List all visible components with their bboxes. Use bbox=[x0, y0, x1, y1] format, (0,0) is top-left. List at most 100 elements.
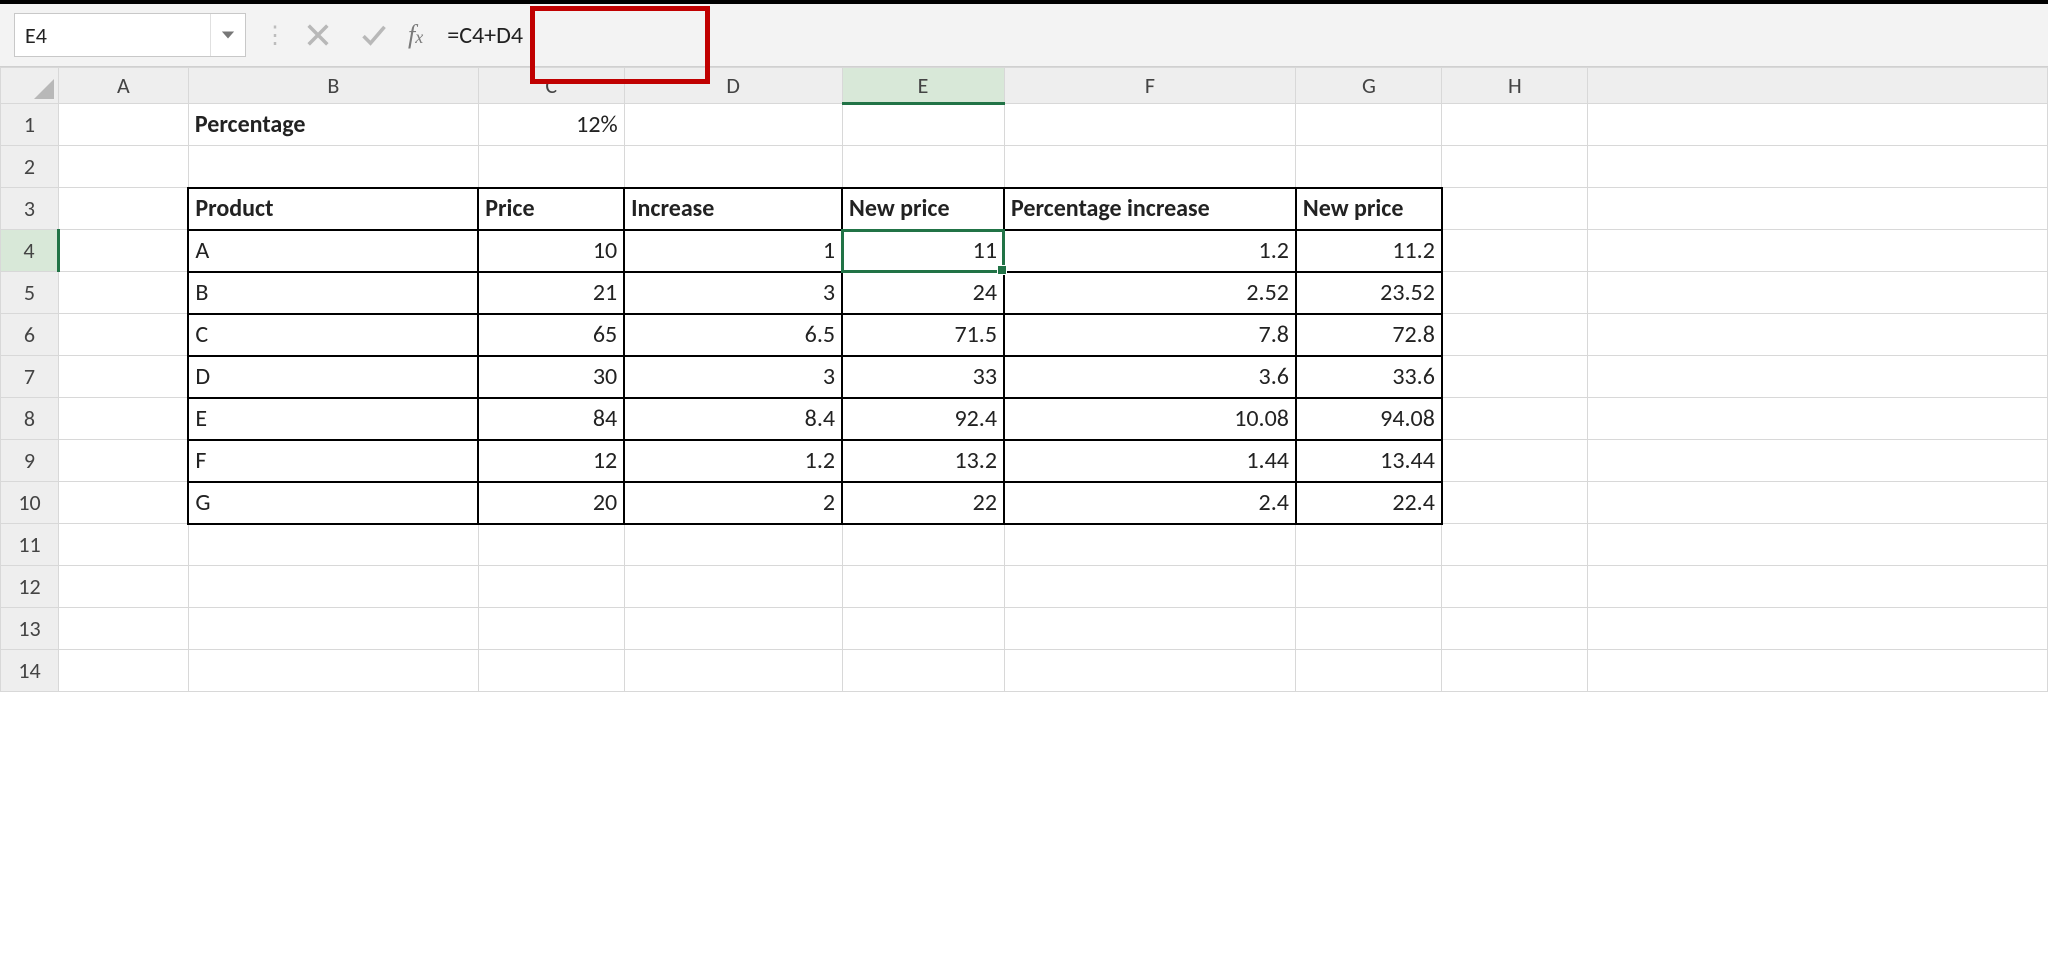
cell-E2[interactable] bbox=[842, 146, 1004, 188]
cell-F12[interactable] bbox=[1004, 566, 1296, 608]
name-box[interactable]: E4 bbox=[14, 13, 246, 57]
cell-C9[interactable]: 12 bbox=[478, 440, 624, 482]
row-header-9[interactable]: 9 bbox=[1, 440, 59, 482]
cell-D14[interactable] bbox=[624, 650, 842, 692]
name-box-value[interactable]: E4 bbox=[15, 14, 210, 56]
cell-D13[interactable] bbox=[624, 608, 842, 650]
col-header-C[interactable]: C bbox=[478, 68, 624, 104]
cell-A8[interactable] bbox=[58, 398, 188, 440]
row-header-5[interactable]: 5 bbox=[1, 272, 59, 314]
cell-B5[interactable]: B bbox=[188, 272, 478, 314]
cell-D12[interactable] bbox=[624, 566, 842, 608]
cell-B14[interactable] bbox=[188, 650, 478, 692]
cell-C4[interactable]: 10 bbox=[478, 230, 624, 272]
row-header-12[interactable]: 12 bbox=[1, 566, 59, 608]
formula-input[interactable]: =C4+D4 bbox=[441, 14, 2048, 56]
cell-F1[interactable] bbox=[1004, 104, 1296, 146]
cell-E6[interactable]: 71.5 bbox=[842, 314, 1004, 356]
cell-B8[interactable]: E bbox=[188, 398, 478, 440]
row-header-14[interactable]: 14 bbox=[1, 650, 59, 692]
row-header-13[interactable]: 13 bbox=[1, 608, 59, 650]
cell-D5[interactable]: 3 bbox=[624, 272, 842, 314]
cell-H1[interactable] bbox=[1442, 104, 1588, 146]
cell-C7[interactable]: 30 bbox=[478, 356, 624, 398]
row-header-1[interactable]: 1 bbox=[1, 104, 59, 146]
cell-H10[interactable] bbox=[1442, 482, 1588, 524]
cell-pad4[interactable] bbox=[1588, 230, 2048, 272]
worksheet[interactable]: A B C D E F G H 1 Percentage 12% 2 bbox=[0, 67, 2048, 692]
cell-G5[interactable]: 23.52 bbox=[1296, 272, 1442, 314]
cell-A3[interactable] bbox=[58, 188, 188, 230]
cell-E4[interactable]: 11 bbox=[842, 230, 1004, 272]
row-header-10[interactable]: 10 bbox=[1, 482, 59, 524]
fx-icon[interactable]: fx bbox=[402, 20, 441, 50]
cell-C5[interactable]: 21 bbox=[478, 272, 624, 314]
row-header-2[interactable]: 2 bbox=[1, 146, 59, 188]
cell-A6[interactable] bbox=[58, 314, 188, 356]
cell-A7[interactable] bbox=[58, 356, 188, 398]
enter-button[interactable] bbox=[346, 15, 402, 55]
cell-B7[interactable]: D bbox=[188, 356, 478, 398]
row-header-4[interactable]: 4 bbox=[1, 230, 59, 272]
cell-H9[interactable] bbox=[1442, 440, 1588, 482]
cell-D1[interactable] bbox=[624, 104, 842, 146]
cell-H7[interactable] bbox=[1442, 356, 1588, 398]
cell-G4[interactable]: 11.2 bbox=[1296, 230, 1442, 272]
cell-C11[interactable] bbox=[478, 524, 624, 566]
cell-F11[interactable] bbox=[1004, 524, 1296, 566]
cell-pad14[interactable] bbox=[1588, 650, 2048, 692]
cell-G13[interactable] bbox=[1296, 608, 1442, 650]
cell-A2[interactable] bbox=[58, 146, 188, 188]
cell-F14[interactable] bbox=[1004, 650, 1296, 692]
cell-E12[interactable] bbox=[842, 566, 1004, 608]
cell-E11[interactable] bbox=[842, 524, 1004, 566]
cell-H11[interactable] bbox=[1442, 524, 1588, 566]
cell-A12[interactable] bbox=[58, 566, 188, 608]
cell-F8[interactable]: 10.08 bbox=[1004, 398, 1296, 440]
cell-pad8[interactable] bbox=[1588, 398, 2048, 440]
cell-G11[interactable] bbox=[1296, 524, 1442, 566]
cell-D10[interactable]: 2 bbox=[624, 482, 842, 524]
cell-D8[interactable]: 8.4 bbox=[624, 398, 842, 440]
col-header-D[interactable]: D bbox=[624, 68, 842, 104]
col-header-F[interactable]: F bbox=[1004, 68, 1296, 104]
row-header-7[interactable]: 7 bbox=[1, 356, 59, 398]
cell-G2[interactable] bbox=[1296, 146, 1442, 188]
cell-B12[interactable] bbox=[188, 566, 478, 608]
cell-F5[interactable]: 2.52 bbox=[1004, 272, 1296, 314]
cancel-button[interactable] bbox=[290, 15, 346, 55]
name-box-dropdown[interactable] bbox=[210, 14, 245, 56]
cell-D11[interactable] bbox=[624, 524, 842, 566]
row-header-6[interactable]: 6 bbox=[1, 314, 59, 356]
cell-pad3[interactable] bbox=[1588, 188, 2048, 230]
cell-G8[interactable]: 94.08 bbox=[1296, 398, 1442, 440]
cell-C6[interactable]: 65 bbox=[478, 314, 624, 356]
cell-H13[interactable] bbox=[1442, 608, 1588, 650]
cell-A13[interactable] bbox=[58, 608, 188, 650]
cell-C3[interactable]: Price bbox=[478, 188, 624, 230]
cell-G12[interactable] bbox=[1296, 566, 1442, 608]
cell-E5[interactable]: 24 bbox=[842, 272, 1004, 314]
grid[interactable]: A B C D E F G H 1 Percentage 12% 2 bbox=[0, 67, 2048, 692]
cell-H8[interactable] bbox=[1442, 398, 1588, 440]
cell-F10[interactable]: 2.4 bbox=[1004, 482, 1296, 524]
cell-H5[interactable] bbox=[1442, 272, 1588, 314]
cell-B4[interactable]: A bbox=[188, 230, 478, 272]
row-header-3[interactable]: 3 bbox=[1, 188, 59, 230]
col-header-A[interactable]: A bbox=[58, 68, 188, 104]
cell-pad7[interactable] bbox=[1588, 356, 2048, 398]
cell-G6[interactable]: 72.8 bbox=[1296, 314, 1442, 356]
cell-H4[interactable] bbox=[1442, 230, 1588, 272]
cell-C8[interactable]: 84 bbox=[478, 398, 624, 440]
cell-A1[interactable] bbox=[58, 104, 188, 146]
row-header-8[interactable]: 8 bbox=[1, 398, 59, 440]
cell-B6[interactable]: C bbox=[188, 314, 478, 356]
cell-pad9[interactable] bbox=[1588, 440, 2048, 482]
cell-B11[interactable] bbox=[188, 524, 478, 566]
cell-D2[interactable] bbox=[624, 146, 842, 188]
select-all-corner[interactable] bbox=[1, 68, 59, 104]
cell-F4[interactable]: 1.2 bbox=[1004, 230, 1296, 272]
cell-B2[interactable] bbox=[188, 146, 478, 188]
cell-H6[interactable] bbox=[1442, 314, 1588, 356]
cell-E8[interactable]: 92.4 bbox=[842, 398, 1004, 440]
